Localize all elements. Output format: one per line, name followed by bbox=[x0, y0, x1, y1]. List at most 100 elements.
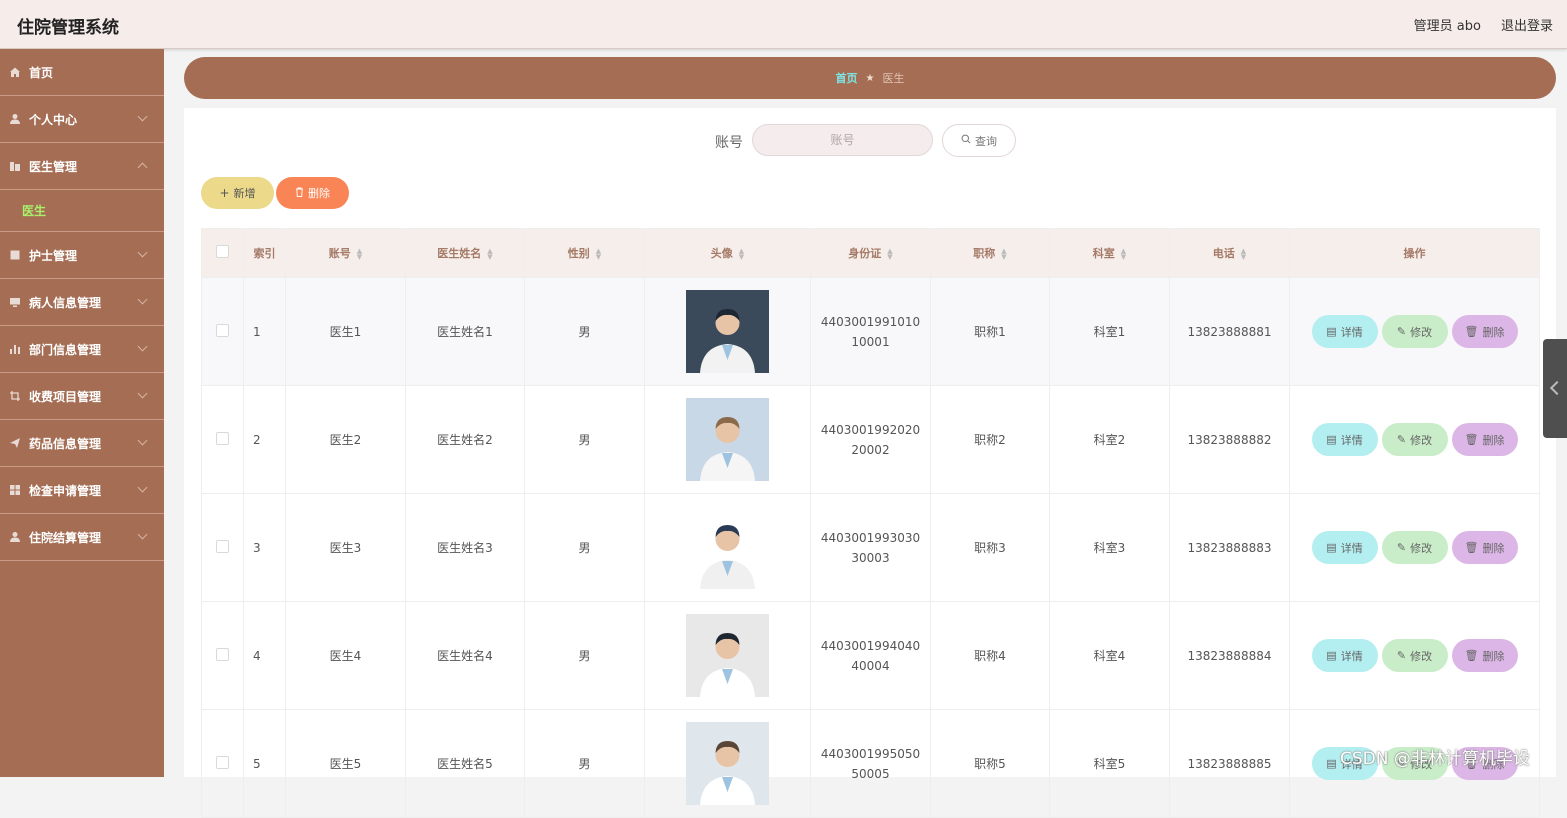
user-icon bbox=[9, 113, 21, 125]
row-delete-button[interactable]: 🗑 删除 bbox=[1451, 531, 1518, 564]
sidebar-item-charge-items[interactable]: 收费项目管理 bbox=[0, 373, 164, 420]
sort-icon[interactable]: ▲ ▼ bbox=[1241, 248, 1246, 261]
search-button-label: 查询 bbox=[975, 134, 997, 148]
cell-id-card: 440300199404040004 bbox=[810, 601, 931, 710]
cell-account: 医生1 bbox=[285, 277, 406, 386]
sort-icon[interactable]: ▲ ▼ bbox=[1121, 248, 1126, 261]
main-panel: 账号 查询 + 新增 删除 索引 账号 ▲▼ 医生姓名 ▲▼ 性别 ▲▼ 头像 ▲▼ bbox=[184, 108, 1556, 818]
cell-title: 职称3 bbox=[930, 493, 1050, 602]
edit-button[interactable]: ✎ 修改 bbox=[1381, 531, 1448, 564]
row-delete-button[interactable]: 🗑 删除 bbox=[1451, 639, 1518, 672]
logout-link[interactable]: 退出登录 bbox=[1501, 15, 1553, 34]
trash-icon: 🗑 bbox=[1464, 433, 1479, 446]
trash-icon bbox=[295, 186, 304, 200]
chevron-up-icon bbox=[137, 162, 148, 173]
sort-icon[interactable]: ▲ ▼ bbox=[487, 248, 492, 261]
sort-icon[interactable]: ▲ ▼ bbox=[739, 248, 744, 261]
doctor-table: 索引 账号 ▲ ▼ 医生姓名 ▲ ▼ 性别 ▲ ▼ 头像 ▲ ▼ 身份证 ▲ ▼ 职称 ▲ ▼ 科室 ▲ ▼… bbox=[201, 228, 1540, 818]
detail-button[interactable]: ▤ 详情 bbox=[1311, 315, 1378, 348]
row-checkbox[interactable] bbox=[216, 539, 229, 553]
table-header-row: 索引 账号 ▲ ▼ 医生姓名 ▲ ▼ 性别 ▲ ▼ 头像 ▲ ▼ 身份证 ▲ ▼ 职称 ▲ ▼ 科室 ▲ ▼… bbox=[201, 228, 1540, 278]
search-button[interactable]: 查询 bbox=[942, 124, 1016, 157]
trash-icon: 🗑 bbox=[1464, 325, 1479, 338]
row-delete-button[interactable]: 🗑 删除 bbox=[1451, 423, 1518, 456]
sidebar-item-hospital-settlement[interactable]: 住院结算管理 bbox=[0, 514, 164, 561]
table-row: 5 医生5 医生姓名5 男 440300199505050005 职称5 科室5 138238… bbox=[201, 709, 1540, 818]
cell-account: 医生4 bbox=[285, 601, 406, 710]
detail-button[interactable]: ▤ 详情 bbox=[1311, 531, 1378, 564]
cell-avatar bbox=[644, 277, 811, 386]
cell-gender: 男 bbox=[524, 601, 645, 710]
edit-button[interactable]: ✎ 修改 bbox=[1381, 423, 1448, 456]
id-card-value: 440300199101010001 bbox=[820, 314, 921, 349]
sidebar-subitem-doctor[interactable]: 医生 bbox=[0, 190, 164, 232]
column-header-index: 索引 bbox=[243, 228, 286, 278]
column-header-id-card[interactable]: 身份证 ▲ ▼ bbox=[810, 228, 931, 278]
detail-button[interactable]: ▤ 详情 bbox=[1311, 639, 1378, 672]
sidebar-item-doctor-management[interactable]: 医生管理 bbox=[0, 143, 164, 190]
row-checkbox[interactable] bbox=[216, 755, 229, 769]
edit-button[interactable]: ✎ 修改 bbox=[1381, 639, 1448, 672]
cell-name: 医生姓名4 bbox=[405, 601, 525, 710]
sort-icon[interactable]: ▲ ▼ bbox=[596, 248, 601, 261]
column-header-dept[interactable]: 科室 ▲ ▼ bbox=[1049, 228, 1170, 278]
row-checkbox[interactable] bbox=[216, 647, 229, 661]
cell-title: 职称5 bbox=[930, 709, 1050, 818]
row-checkbox[interactable] bbox=[216, 323, 229, 337]
delete-button-label: 删除 bbox=[308, 187, 330, 200]
detail-button[interactable]: ▤ 详情 bbox=[1311, 423, 1378, 456]
admin-user-label[interactable]: 管理员 abo bbox=[1414, 15, 1481, 34]
doctor-avatar-image bbox=[686, 398, 769, 481]
row-checkbox[interactable] bbox=[216, 431, 229, 445]
clipboard-icon bbox=[9, 249, 21, 261]
sidebar-item-label: 病人信息管理 bbox=[29, 295, 102, 310]
search-icon bbox=[961, 134, 971, 147]
cell-name: 医生姓名1 bbox=[405, 277, 525, 386]
row-checkbox-cell bbox=[201, 493, 244, 602]
column-header-label: 科室 bbox=[1092, 247, 1115, 260]
search-label: 账号 bbox=[715, 135, 743, 151]
sidebar-item-profile[interactable]: 个人中心 bbox=[0, 96, 164, 143]
cell-phone: 13823888884 bbox=[1169, 601, 1290, 710]
column-header-name[interactable]: 医生姓名 ▲ ▼ bbox=[405, 228, 525, 278]
chevron-down-icon bbox=[137, 529, 148, 540]
sidebar-item-label: 部门信息管理 bbox=[29, 342, 102, 357]
column-header-phone[interactable]: 电话 ▲ ▼ bbox=[1169, 228, 1290, 278]
cell-title: 职称2 bbox=[930, 385, 1050, 494]
chevron-down-icon bbox=[137, 294, 148, 305]
trash-icon: 🗑 bbox=[1464, 649, 1479, 662]
add-button[interactable]: + 新增 bbox=[201, 177, 274, 209]
cell-account: 医生3 bbox=[285, 493, 406, 602]
detail-button-label: 详情 bbox=[1340, 325, 1363, 339]
sidebar-item-exam-requests[interactable]: 检查申请管理 bbox=[0, 467, 164, 514]
side-panel-toggle[interactable] bbox=[1543, 339, 1567, 438]
column-header-actions: 操作 bbox=[1289, 228, 1540, 278]
row-delete-button[interactable]: 🗑 删除 bbox=[1451, 315, 1518, 348]
select-all-checkbox[interactable] bbox=[216, 245, 229, 258]
cell-actions: ▤ 详情 ✎ 修改 🗑 删除 bbox=[1289, 277, 1540, 386]
breadcrumb-home[interactable]: 首页 bbox=[836, 70, 858, 86]
sidebar-item-nurse-management[interactable]: 护士管理 bbox=[0, 232, 164, 279]
cell-gender: 男 bbox=[524, 385, 645, 494]
cell-actions: ▤ 详情 ✎ 修改 🗑 删除 bbox=[1289, 385, 1540, 494]
sidebar-item-home[interactable]: 首页 bbox=[0, 49, 164, 96]
chevron-down-icon bbox=[137, 482, 148, 493]
account-search-input[interactable] bbox=[752, 124, 933, 156]
sidebar-item-department-info[interactable]: 部门信息管理 bbox=[0, 326, 164, 373]
add-button-label: 新增 bbox=[233, 187, 256, 200]
batch-delete-button[interactable]: 删除 bbox=[276, 177, 349, 209]
sort-icon[interactable]: ▲ ▼ bbox=[1001, 248, 1006, 261]
edit-button[interactable]: ✎ 修改 bbox=[1381, 315, 1448, 348]
sidebar-item-patient-info[interactable]: 病人信息管理 bbox=[0, 279, 164, 326]
column-header-account[interactable]: 账号 ▲ ▼ bbox=[285, 228, 406, 278]
cell-actions: ▤ 详情 ✎ 修改 🗑 删除 bbox=[1289, 493, 1540, 602]
doctor-avatar-image bbox=[686, 614, 769, 697]
column-header-title[interactable]: 职称 ▲ ▼ bbox=[930, 228, 1050, 278]
column-header-gender[interactable]: 性别 ▲ ▼ bbox=[524, 228, 645, 278]
app-title: 住院管理系统 bbox=[17, 18, 119, 38]
sidebar-item-drug-info[interactable]: 药品信息管理 bbox=[0, 420, 164, 467]
sort-icon[interactable]: ▲ ▼ bbox=[887, 248, 892, 261]
sort-icon[interactable]: ▲ ▼ bbox=[357, 248, 362, 261]
pencil-icon: ✎ bbox=[1396, 433, 1407, 446]
column-header-avatar[interactable]: 头像 ▲ ▼ bbox=[644, 228, 811, 278]
